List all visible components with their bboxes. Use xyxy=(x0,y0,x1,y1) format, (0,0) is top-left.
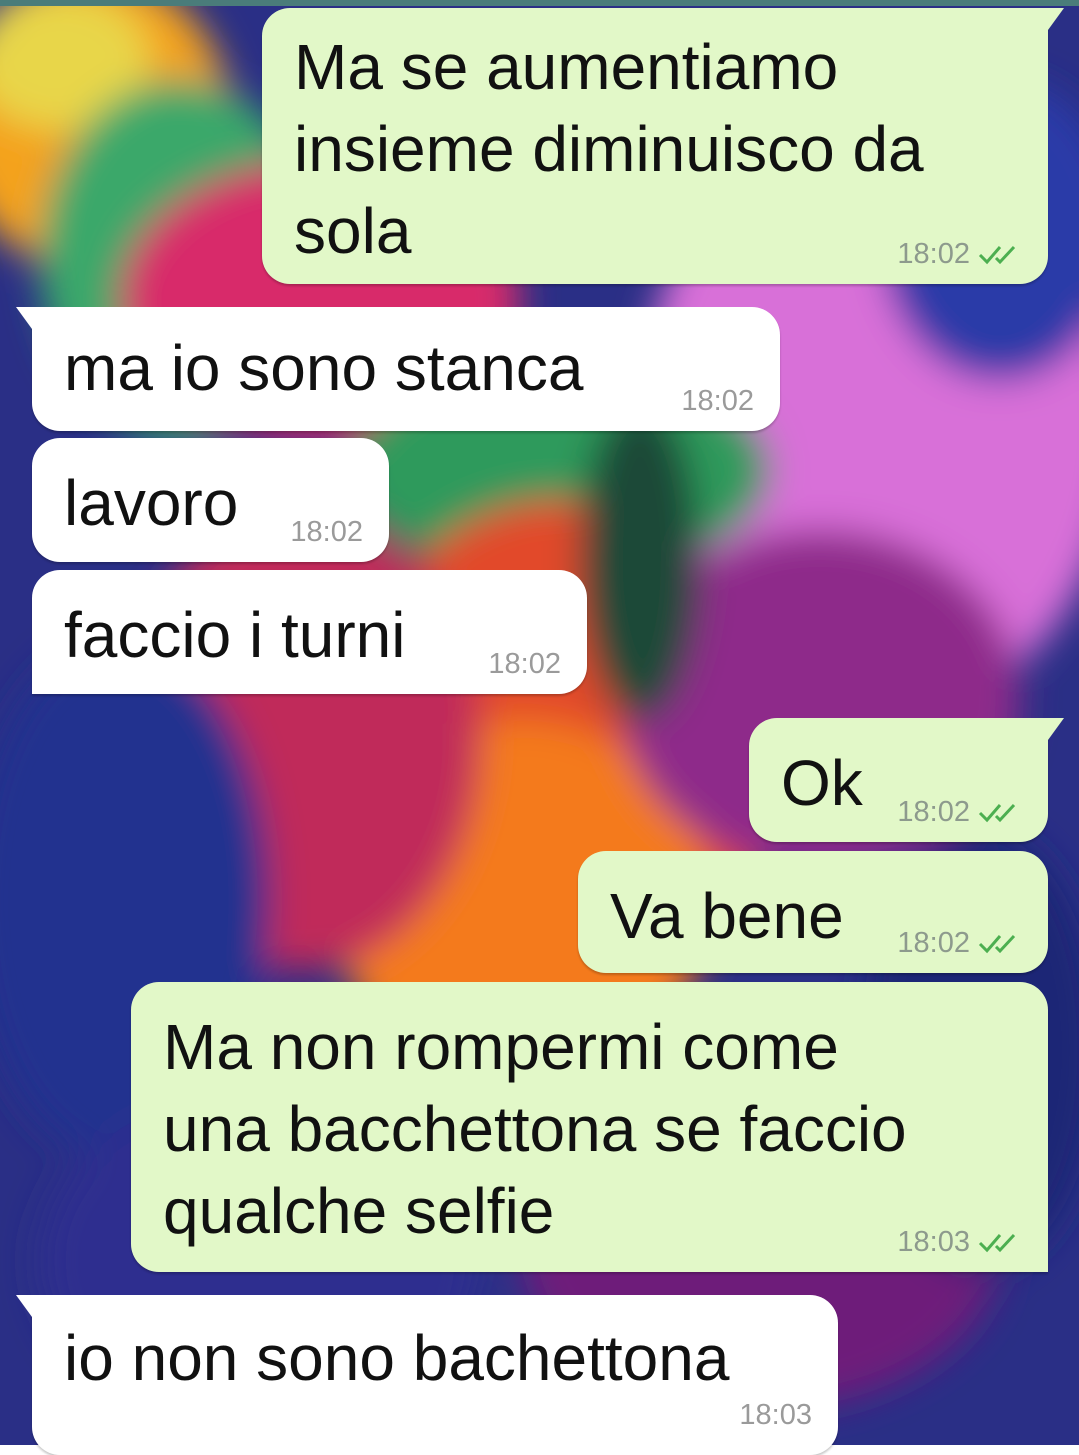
message-time: 18:02 xyxy=(897,927,970,959)
double-check-icon xyxy=(978,1233,1016,1253)
top-bar xyxy=(0,0,1079,6)
message-text: Ok xyxy=(781,747,863,819)
message-text: io non sono bachettona xyxy=(64,1322,730,1394)
message-time: 18:03 xyxy=(739,1399,812,1431)
message-bubble-incoming[interactable]: faccio i turni 18:02 xyxy=(32,570,587,694)
double-check-icon xyxy=(978,245,1016,265)
message-text: Va bene xyxy=(610,880,844,952)
message-text: Ma non rompermi come una bacchettona se … xyxy=(163,1011,907,1247)
message-bubble-incoming[interactable]: io non sono bachettona 18:03 xyxy=(16,1295,838,1455)
message-time: 18:02 xyxy=(681,385,754,417)
message-time: 18:02 xyxy=(897,796,970,828)
message-time: 18:02 xyxy=(290,516,363,548)
double-check-icon xyxy=(978,803,1016,823)
message-text: Ma se aumentiamo insieme diminuisco da s… xyxy=(294,31,924,267)
message-text: ma io sono stanca xyxy=(64,332,584,404)
message-text: lavoro xyxy=(64,467,239,539)
message-bubble-outgoing[interactable]: Va bene 18:02 xyxy=(578,851,1048,973)
double-check-icon xyxy=(978,934,1016,954)
message-text: faccio i turni xyxy=(64,599,406,671)
message-time: 18:03 xyxy=(897,1226,970,1258)
message-bubble-incoming[interactable]: ma io sono stanca 18:02 xyxy=(16,307,780,431)
message-bubble-incoming[interactable]: lavoro 18:02 xyxy=(32,438,389,562)
message-time: 18:02 xyxy=(488,648,561,680)
message-bubble-outgoing[interactable]: Ok 18:02 xyxy=(749,718,1064,842)
message-bubble-outgoing[interactable]: Ma non rompermi come una bacchettona se … xyxy=(131,982,1048,1272)
message-time: 18:02 xyxy=(897,238,970,270)
message-bubble-outgoing[interactable]: Ma se aumentiamo insieme diminuisco da s… xyxy=(262,8,1064,284)
